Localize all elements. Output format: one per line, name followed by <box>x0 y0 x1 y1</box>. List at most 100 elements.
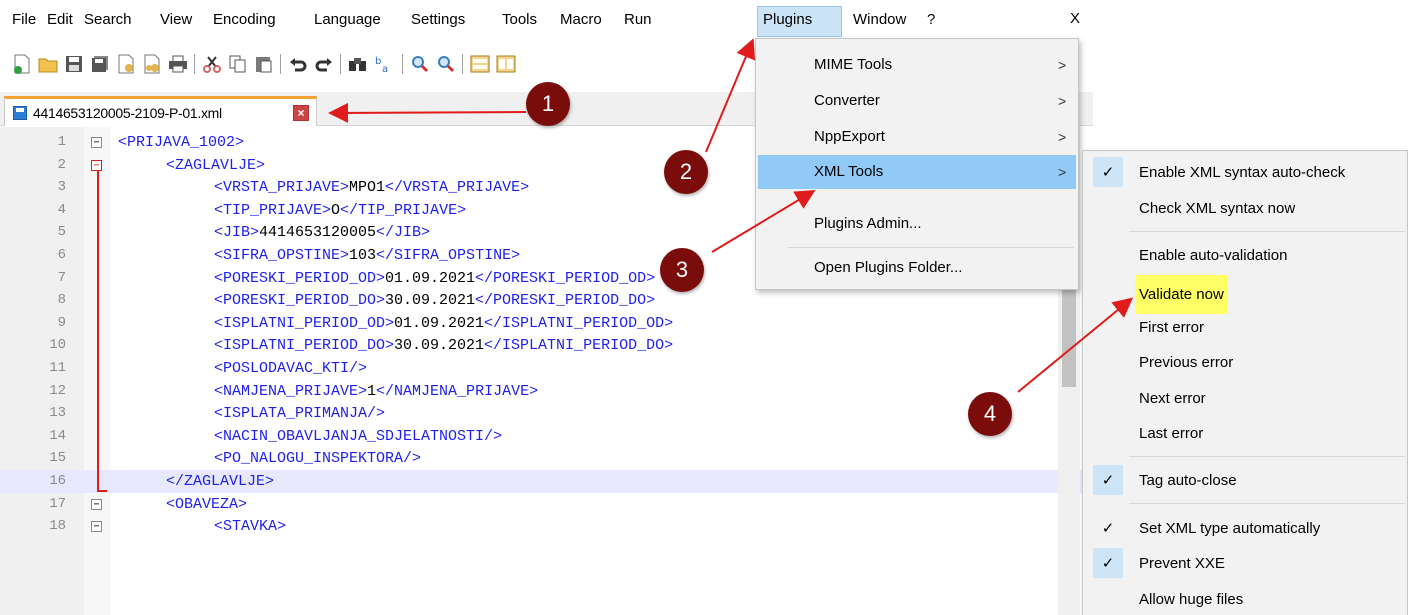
sync-horizontal-icon[interactable] <box>496 54 516 74</box>
sync-vertical-icon[interactable] <box>470 54 490 74</box>
code-text: <POSLODAVAC_KTI/> <box>214 360 368 377</box>
plugins-item-plugins-admin[interactable]: Plugins Admin... <box>758 207 1076 241</box>
undo-icon[interactable] <box>288 54 308 74</box>
annotation-badge-1: 1 <box>526 82 570 126</box>
menu-item-label: Plugins Admin... <box>814 215 922 232</box>
menu-view[interactable]: View <box>160 10 192 30</box>
menu-macro[interactable]: Macro <box>560 10 602 30</box>
fold-toggle-icon[interactable]: − <box>91 521 102 533</box>
code-line[interactable]: 8 <PORESKI_PERIOD_DO>30.09.2021</PORESKI_… <box>0 289 1093 312</box>
zoom-out-icon[interactable] <box>436 54 456 74</box>
tab-filename: 4414653120005-2109-P-01.xml <box>33 105 222 121</box>
code-line[interactable]: 9 <ISPLATNI_PERIOD_OD>01.09.2021</ISPLATN… <box>0 312 1093 335</box>
menu-item-label: Tag auto-close <box>1139 472 1237 489</box>
xml-item-set-xml-type-automatically[interactable]: ✓ Set XML type automatically <box>1085 511 1407 546</box>
code-text: <TIP_PRIJAVE>O</TIP_PRIJAVE> <box>214 199 466 222</box>
menu-item-label: Next error <box>1139 390 1206 407</box>
plugins-dropdown: MIME Tools > Converter > NppExport > XML… <box>755 38 1079 290</box>
xml-open-tag: <JIB> <box>214 224 260 242</box>
line-number: 12 <box>49 382 66 399</box>
tab-close-icon[interactable]: × <box>293 105 309 121</box>
menu-language[interactable]: Language <box>314 10 381 30</box>
menu-settings[interactable]: Settings <box>411 10 465 30</box>
zoom-in-icon[interactable] <box>410 54 430 74</box>
plugins-item-xml-tools[interactable]: XML Tools > <box>758 155 1076 189</box>
find-icon[interactable] <box>348 54 368 74</box>
code-line[interactable]: 17 <OBAVEZA> <box>0 493 1093 516</box>
checkmark-icon: ✓ <box>1093 548 1123 578</box>
xml-tools-submenu: ✓ Enable XML syntax auto-check Check XML… <box>1082 150 1408 615</box>
code-line[interactable]: 12 <NAMJENA_PRIJAVE>1</NAMJENA_PRIJAVE> <box>0 380 1093 403</box>
code-text: <JIB>4414653120005</JIB> <box>214 221 430 244</box>
code-text: <OBAVEZA> <box>166 495 248 513</box>
redo-icon[interactable] <box>314 54 334 74</box>
code-line[interactable]: 14 <NACIN_OBAVLJANJA_SDJELATNOSTI/> <box>0 425 1093 448</box>
line-number: 9 <box>57 314 66 331</box>
xml-item-first-error[interactable]: First error <box>1085 310 1407 345</box>
save-all-icon[interactable] <box>90 54 110 74</box>
copy-icon[interactable] <box>228 54 248 74</box>
xml-open-tag: <ISPLATNI_PERIOD_OD> <box>214 314 395 332</box>
line-number: 5 <box>57 224 66 241</box>
svg-text:a: a <box>382 64 388 74</box>
menu-search[interactable]: Search <box>84 10 132 30</box>
menu-tools[interactable]: Tools <box>502 10 537 30</box>
xml-item-last-error[interactable]: Last error <box>1085 416 1407 451</box>
cut-icon[interactable] <box>202 54 222 74</box>
menu-file[interactable]: File <box>12 10 36 30</box>
code-text: <PORESKI_PERIOD_OD>01.09.2021</PORESKI_P… <box>214 267 655 290</box>
code-line[interactable]: 15 <PO_NALOGU_INSPEKTORA/> <box>0 447 1093 470</box>
close-all-icon[interactable] <box>142 54 162 74</box>
code-line[interactable]: 18 <STAVKA> <box>0 515 1093 538</box>
new-file-icon[interactable] <box>12 54 32 74</box>
xml-item-allow-huge-files[interactable]: Allow huge files <box>1085 582 1407 615</box>
xml-item-check-syntax-now[interactable]: Check XML syntax now <box>1085 191 1407 226</box>
save-icon[interactable] <box>64 54 84 74</box>
xml-item-previous-error[interactable]: Previous error <box>1085 345 1407 380</box>
fold-toggle-icon[interactable]: − <box>91 159 102 171</box>
code-line[interactable]: 11 <POSLODAVAC_KTI/> <box>0 357 1093 380</box>
submenu-arrow-icon: > <box>1058 164 1067 180</box>
print-icon[interactable] <box>168 54 188 74</box>
open-file-icon[interactable] <box>38 54 58 74</box>
menu-plugins[interactable]: Plugins <box>763 10 812 30</box>
xml-item-enable-auto-validation[interactable]: Enable auto-validation <box>1085 238 1407 273</box>
plugins-item-converter[interactable]: Converter > <box>758 84 1076 118</box>
fold-toggle-icon[interactable]: − <box>91 137 102 148</box>
xml-close-tag: </VRSTA_PRIJAVE> <box>385 179 530 197</box>
code-line[interactable]: 10 <ISPLATNI_PERIOD_DO>30.09.2021</ISPLAT… <box>0 334 1093 357</box>
fold-toggle-icon[interactable]: − <box>91 498 102 510</box>
menu-window[interactable]: Window <box>853 10 906 30</box>
xml-item-validate-now[interactable]: Validate now <box>1085 275 1407 314</box>
replace-icon[interactable]: ba <box>374 54 394 74</box>
xml-item-next-error[interactable]: Next error <box>1085 381 1407 416</box>
menu-run[interactable]: Run <box>624 10 652 30</box>
menu-edit[interactable]: Edit <box>47 10 73 30</box>
submenu-arrow-icon: > <box>1058 129 1067 145</box>
code-text: <VRSTA_PRIJAVE>MPO1</VRSTA_PRIJAVE> <box>214 176 529 199</box>
xml-value: 30.09.2021 <box>385 292 476 310</box>
menu-item-label: MIME Tools <box>814 56 893 73</box>
close-document-button[interactable]: X <box>1070 10 1080 27</box>
xml-close-tag: </TIP_PRIJAVE> <box>340 201 467 219</box>
close-icon[interactable] <box>116 54 136 74</box>
plugins-item-mime-tools[interactable]: MIME Tools > <box>758 48 1076 82</box>
code-line[interactable]: 13 <ISPLATA_PRIMANJA/> <box>0 402 1093 425</box>
line-number: 18 <box>49 518 66 535</box>
paste-icon[interactable] <box>254 54 274 74</box>
xml-close-tag: </ISPLATNI_PERIOD_OD> <box>484 314 674 332</box>
xml-item-tag-auto-close[interactable]: ✓ Tag auto-close <box>1085 463 1407 498</box>
xml-close-tag: </PORESKI_PERIOD_DO> <box>475 292 656 310</box>
menu-bar: File Edit Search View Encoding Language … <box>0 0 1093 40</box>
checkmark-icon: ✓ <box>1101 519 1115 537</box>
xml-item-prevent-xxe[interactable]: ✓ Prevent XXE <box>1085 546 1407 581</box>
code-line[interactable]: 16 </ZAGLAVLJE> <box>0 470 1093 493</box>
document-tab[interactable]: 4414653120005-2109-P-01.xml × <box>4 96 317 126</box>
checkmark-icon: ✓ <box>1093 157 1123 187</box>
plugins-item-open-plugins-folder[interactable]: Open Plugins Folder... <box>758 251 1076 285</box>
menu-encoding[interactable]: Encoding <box>213 10 276 30</box>
menu-item-label: Last error <box>1139 425 1204 442</box>
xml-item-enable-syntax-auto-check[interactable]: ✓ Enable XML syntax auto-check <box>1085 155 1407 190</box>
plugins-item-nppexport[interactable]: NppExport > <box>758 120 1076 154</box>
menu-help[interactable]: ? <box>927 10 935 30</box>
